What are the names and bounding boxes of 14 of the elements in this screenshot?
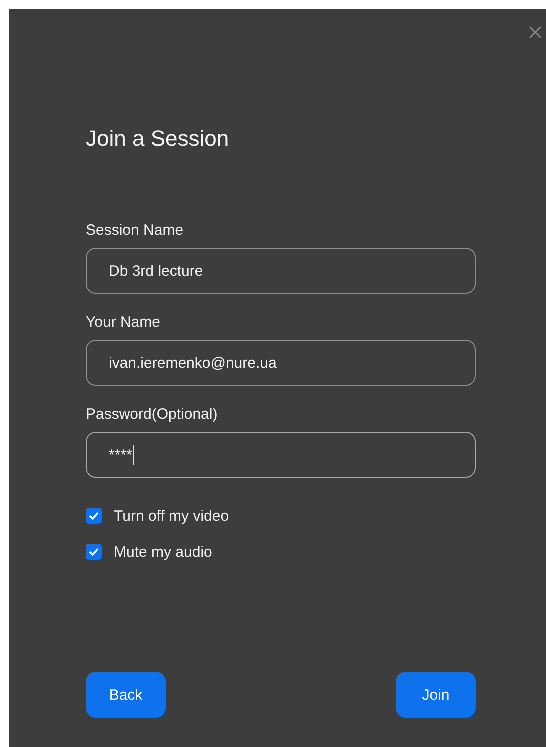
field-label: Password(Optional) (86, 405, 219, 425)
checkbox[interactable] (86, 544, 102, 560)
input-field[interactable]: Db 3rd lecture (86, 248, 476, 294)
checkbox[interactable] (86, 508, 102, 524)
dialog-button[interactable]: Join (396, 672, 476, 718)
field-label: Session Name (86, 221, 185, 241)
close-icon[interactable] (529, 26, 542, 39)
checkbox-label: Turn off my video (114, 508, 230, 524)
dialog-title: Join a Session (86, 125, 230, 153)
field-label: Your Name (86, 313, 162, 333)
input-field[interactable]: ivan.ieremenko@nure.ua (86, 340, 476, 386)
input-field[interactable]: **** (86, 432, 476, 478)
dialog-button[interactable]: Back (86, 672, 166, 718)
checkbox-label: Mute my audio (114, 544, 212, 560)
